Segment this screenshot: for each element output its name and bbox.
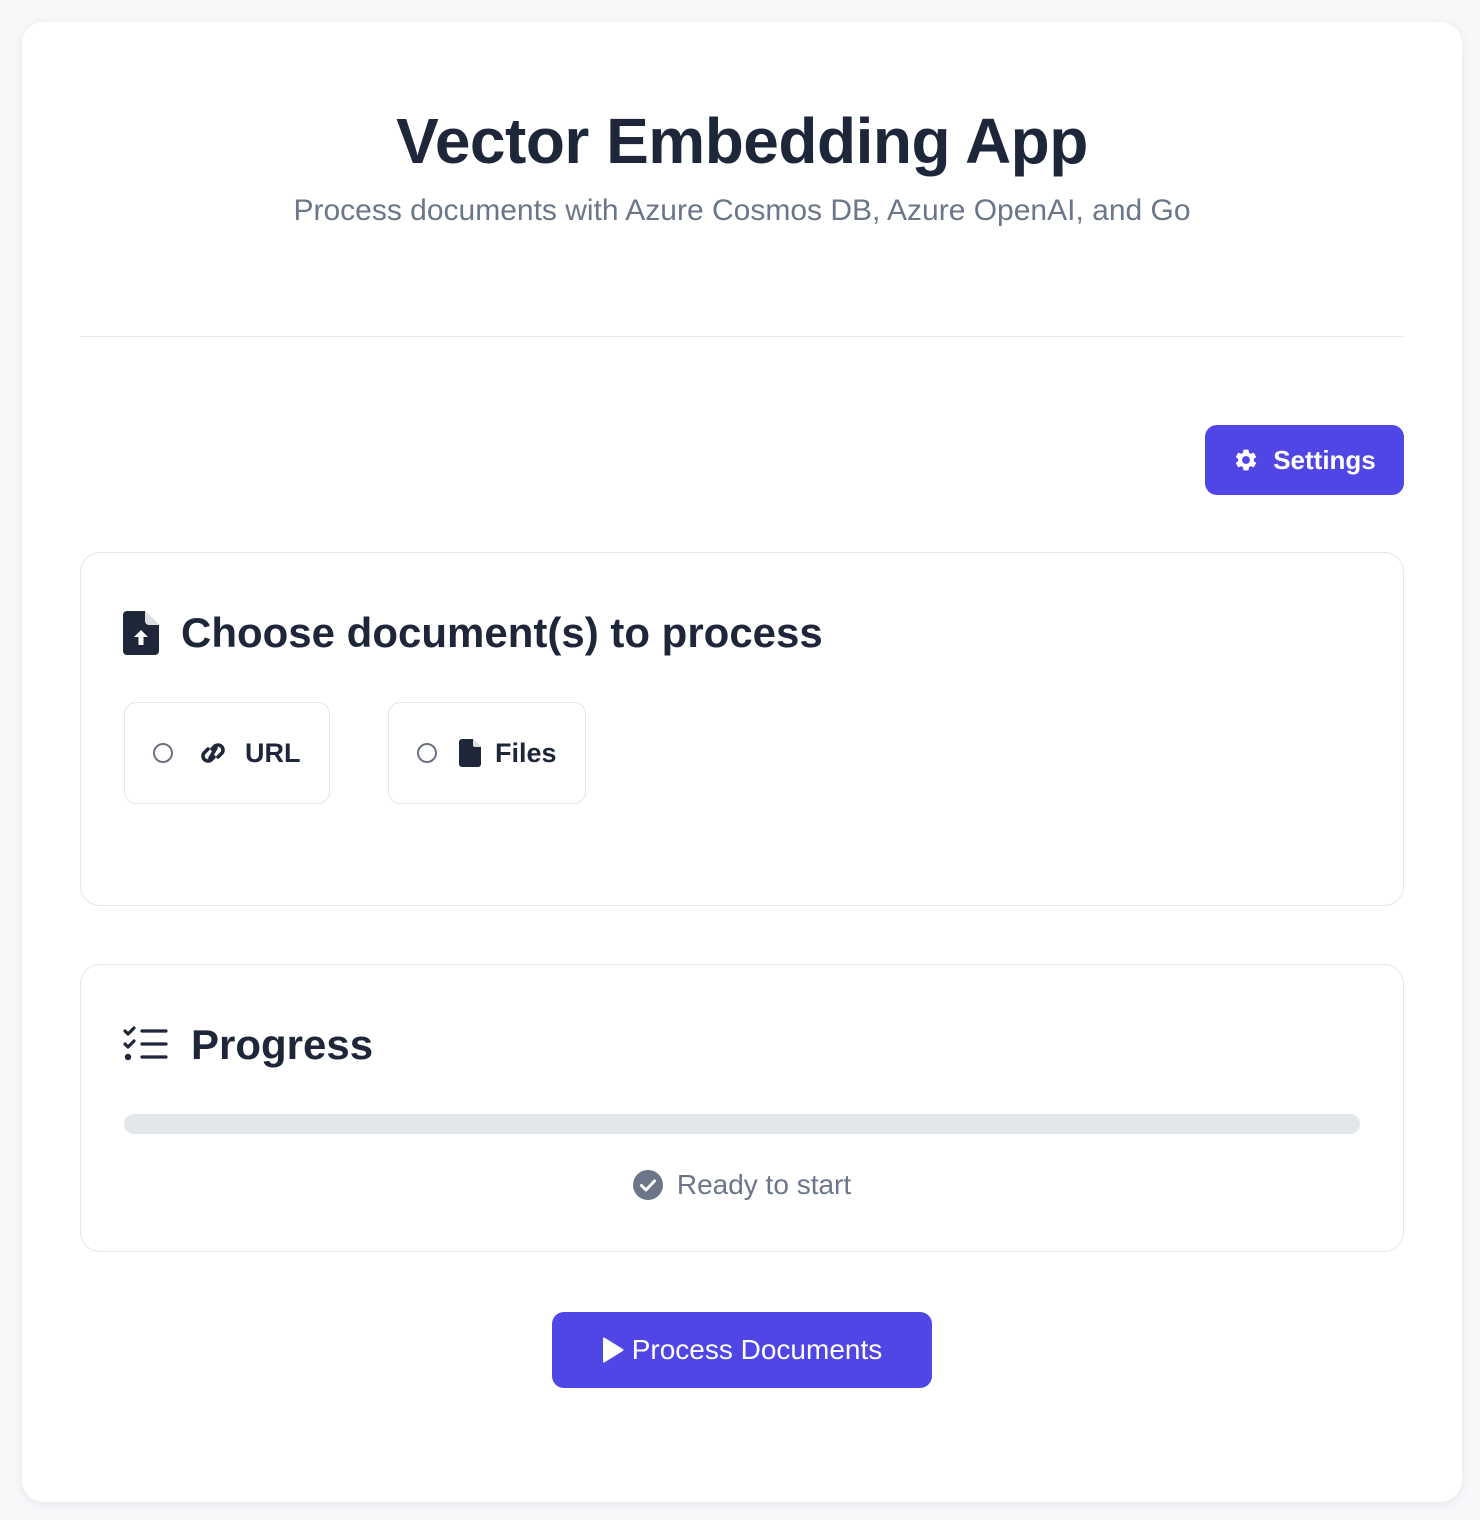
choose-documents-heading: Choose document(s) to process <box>123 609 823 657</box>
option-url[interactable]: URL <box>124 702 330 804</box>
checklist-icon <box>123 1026 169 1064</box>
url-radio[interactable] <box>153 743 173 763</box>
progress-status: Ready to start <box>81 1169 1403 1201</box>
option-files-label: Files <box>495 737 557 768</box>
files-radio[interactable] <box>417 743 437 763</box>
choose-documents-heading-text: Choose document(s) to process <box>181 609 823 656</box>
settings-label: Settings <box>1273 444 1376 475</box>
header-divider <box>80 336 1404 337</box>
check-circle-icon <box>632 1170 677 1200</box>
option-url-label: URL <box>245 737 301 768</box>
page-title: Vector Embedding App <box>396 105 1088 177</box>
process-documents-label: Process Documents <box>631 1334 883 1365</box>
gear-icon <box>1233 447 1273 473</box>
play-icon <box>602 1337 632 1363</box>
progress-panel: Progress Ready to start <box>80 964 1404 1252</box>
process-documents-button[interactable]: Process Documents <box>552 1312 932 1388</box>
settings-button[interactable]: Settings <box>1205 425 1404 495</box>
progress-heading: Progress <box>123 1021 373 1069</box>
link-icon <box>195 739 231 767</box>
choose-documents-panel: Choose document(s) to process URL Files <box>80 552 1404 906</box>
file-icon <box>459 739 481 767</box>
file-upload-icon <box>123 611 159 655</box>
progress-status-text: Ready to start <box>676 1169 852 1200</box>
main-card: Vector Embedding App Process documents w… <box>22 22 1462 1502</box>
progress-bar <box>124 1114 1360 1134</box>
option-files[interactable]: Files <box>388 702 586 804</box>
page-subtitle: Process documents with Azure Cosmos DB, … <box>293 194 1191 227</box>
progress-heading-text: Progress <box>191 1021 374 1068</box>
